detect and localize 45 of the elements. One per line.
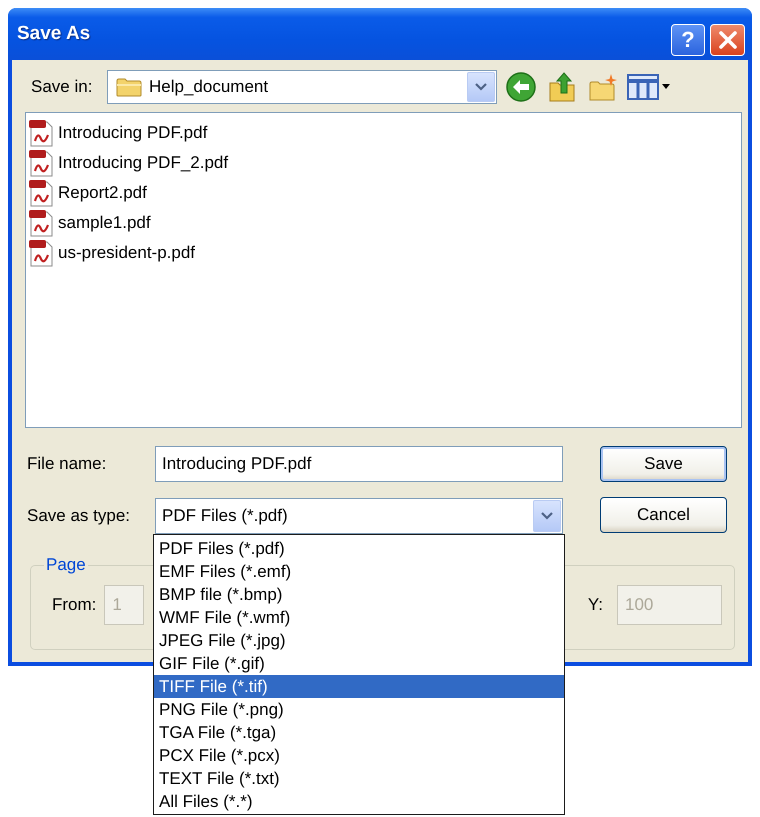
grid-view-icon[interactable] — [626, 72, 672, 102]
dropdown-button[interactable] — [533, 500, 561, 532]
dropdown-option[interactable]: GIF File (*.gif) — [154, 652, 564, 675]
chevron-down-icon — [475, 83, 487, 91]
dropdown-button[interactable] — [467, 72, 495, 102]
field-label: From: — [52, 595, 96, 615]
dropdown-option[interactable]: All Files (*.*) — [154, 790, 564, 813]
dropdown-option[interactable]: TIFF File (*.tif) — [154, 675, 564, 698]
window-title: Save As — [17, 23, 90, 45]
help-button[interactable]: ? — [671, 24, 705, 56]
dialog-button[interactable]: Save — [600, 446, 727, 482]
file-item[interactable]: us-president-p.pdf — [26, 238, 196, 268]
field-label: Y: — [588, 595, 603, 615]
dropdown-option[interactable]: JPEG File (*.jpg) — [154, 629, 564, 652]
dropdown-option[interactable]: EMF Files (*.emf) — [154, 560, 564, 583]
file-item[interactable]: Introducing PDF_2.pdf — [26, 148, 228, 178]
file-item[interactable]: sample1.pdf — [26, 208, 151, 238]
dropdown-option[interactable]: PNG File (*.png) — [154, 698, 564, 721]
pdf-file-icon — [28, 239, 54, 267]
group-title: Page — [45, 555, 87, 575]
file-item[interactable]: Introducing PDF.pdf — [26, 118, 208, 148]
dialog-button[interactable]: Cancel — [600, 497, 727, 533]
pdf-file-icon — [28, 119, 54, 147]
field-label: Save as type: — [26, 506, 132, 526]
field-label: File name: — [26, 454, 108, 474]
folder-star-icon[interactable] — [588, 72, 618, 102]
file-item[interactable]: Report2.pdf — [26, 178, 147, 208]
folder-icon — [116, 77, 142, 97]
dropdown-option[interactable]: BMP file (*.bmp) — [154, 583, 564, 606]
dropdown-option[interactable]: TGA File (*.tga) — [154, 721, 564, 744]
dropdown-option[interactable]: PDF Files (*.pdf) — [154, 537, 564, 560]
pdf-file-icon — [28, 209, 54, 237]
dropdown-option[interactable]: PCX File (*.pcx) — [154, 744, 564, 767]
pdf-file-icon — [28, 179, 54, 207]
file-type-dropdown[interactable]: PDF Files (*.pdf) — [155, 498, 563, 534]
folder-dropdown[interactable]: Help_document — [107, 70, 497, 104]
pdf-file-icon — [28, 149, 54, 177]
file-name-field[interactable]: Introducing PDF.pdf — [155, 446, 563, 482]
close-icon — [718, 30, 738, 50]
dropdown-option[interactable]: TEXT File (*.txt) — [154, 767, 564, 790]
field-label: Save in: — [31, 77, 94, 97]
back-icon[interactable] — [506, 72, 536, 102]
dropdown-option[interactable]: WMF File (*.wmf) — [154, 606, 564, 629]
close-button[interactable] — [710, 24, 745, 56]
chevron-down-icon — [541, 512, 553, 520]
